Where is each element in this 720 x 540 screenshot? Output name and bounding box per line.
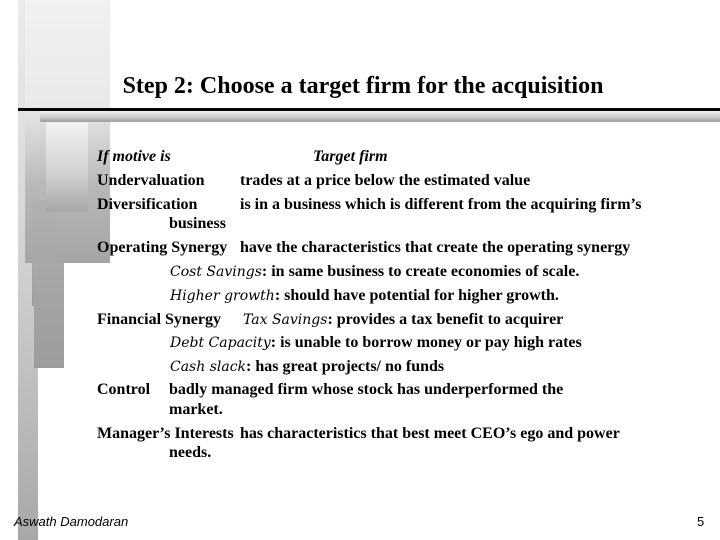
target-description: has characteristics that best meet CEO’s… bbox=[240, 425, 620, 442]
sub-item-term: Higher growth bbox=[170, 288, 275, 304]
column-header-motive: If motive is bbox=[97, 148, 171, 165]
footer-author: Aswath Damodaran bbox=[14, 514, 129, 529]
motive-label: Financial Synergy bbox=[97, 311, 222, 328]
target-description: trades at a price below the estimated va… bbox=[240, 172, 531, 189]
motive-label: Undervaluation bbox=[97, 172, 205, 189]
sub-item-term: Debt Capacity bbox=[170, 335, 271, 351]
sub-item: Tax Savings: provides a tax benefit to a… bbox=[243, 311, 563, 329]
sub-item-text: : is unable to borrow money or pay high … bbox=[270, 334, 582, 351]
target-description-continued: market. bbox=[169, 401, 223, 418]
sub-item-text: : should have potential for higher growt… bbox=[274, 287, 559, 304]
slide-title: Step 2: Choose a target firm for the acq… bbox=[122, 73, 604, 99]
sub-item-term: Cash slack bbox=[170, 359, 247, 375]
sub-item-text: : in same business to create economies o… bbox=[261, 263, 580, 280]
target-description: badly managed firm whose stock has under… bbox=[169, 381, 564, 398]
title-underbar bbox=[40, 111, 720, 122]
motive-label: Diversification bbox=[97, 196, 198, 213]
decorative-block bbox=[46, 122, 88, 212]
sub-item: Debt Capacity: is unable to borrow money… bbox=[170, 334, 582, 352]
target-description: is in a business which is different from… bbox=[240, 196, 642, 213]
sub-item-text: : has great projects/ no funds bbox=[246, 358, 445, 375]
sub-item: Cost Savings: in same business to create… bbox=[170, 263, 579, 281]
target-description-continued: needs. bbox=[169, 444, 212, 461]
motive-label: Manager’s Interests bbox=[97, 425, 234, 442]
page-number: 5 bbox=[697, 514, 705, 529]
target-description-continued: business bbox=[169, 215, 226, 232]
motive-label: Operating Synergy bbox=[97, 239, 228, 256]
sub-item: Cash slack: has great projects/ no funds bbox=[170, 358, 444, 376]
motive-label: Control bbox=[97, 381, 151, 398]
sub-item: Higher growth: should have potential for… bbox=[170, 287, 559, 305]
sub-item-term: Cost Savings bbox=[170, 264, 262, 280]
column-header-target: Target firm bbox=[313, 148, 388, 165]
sub-item-term: Tax Savings bbox=[243, 312, 328, 328]
decorative-block bbox=[34, 263, 64, 368]
target-description: have the characteristics that create the… bbox=[240, 239, 631, 256]
sub-item-text: : provides a tax benefit to acquirer bbox=[327, 311, 564, 328]
